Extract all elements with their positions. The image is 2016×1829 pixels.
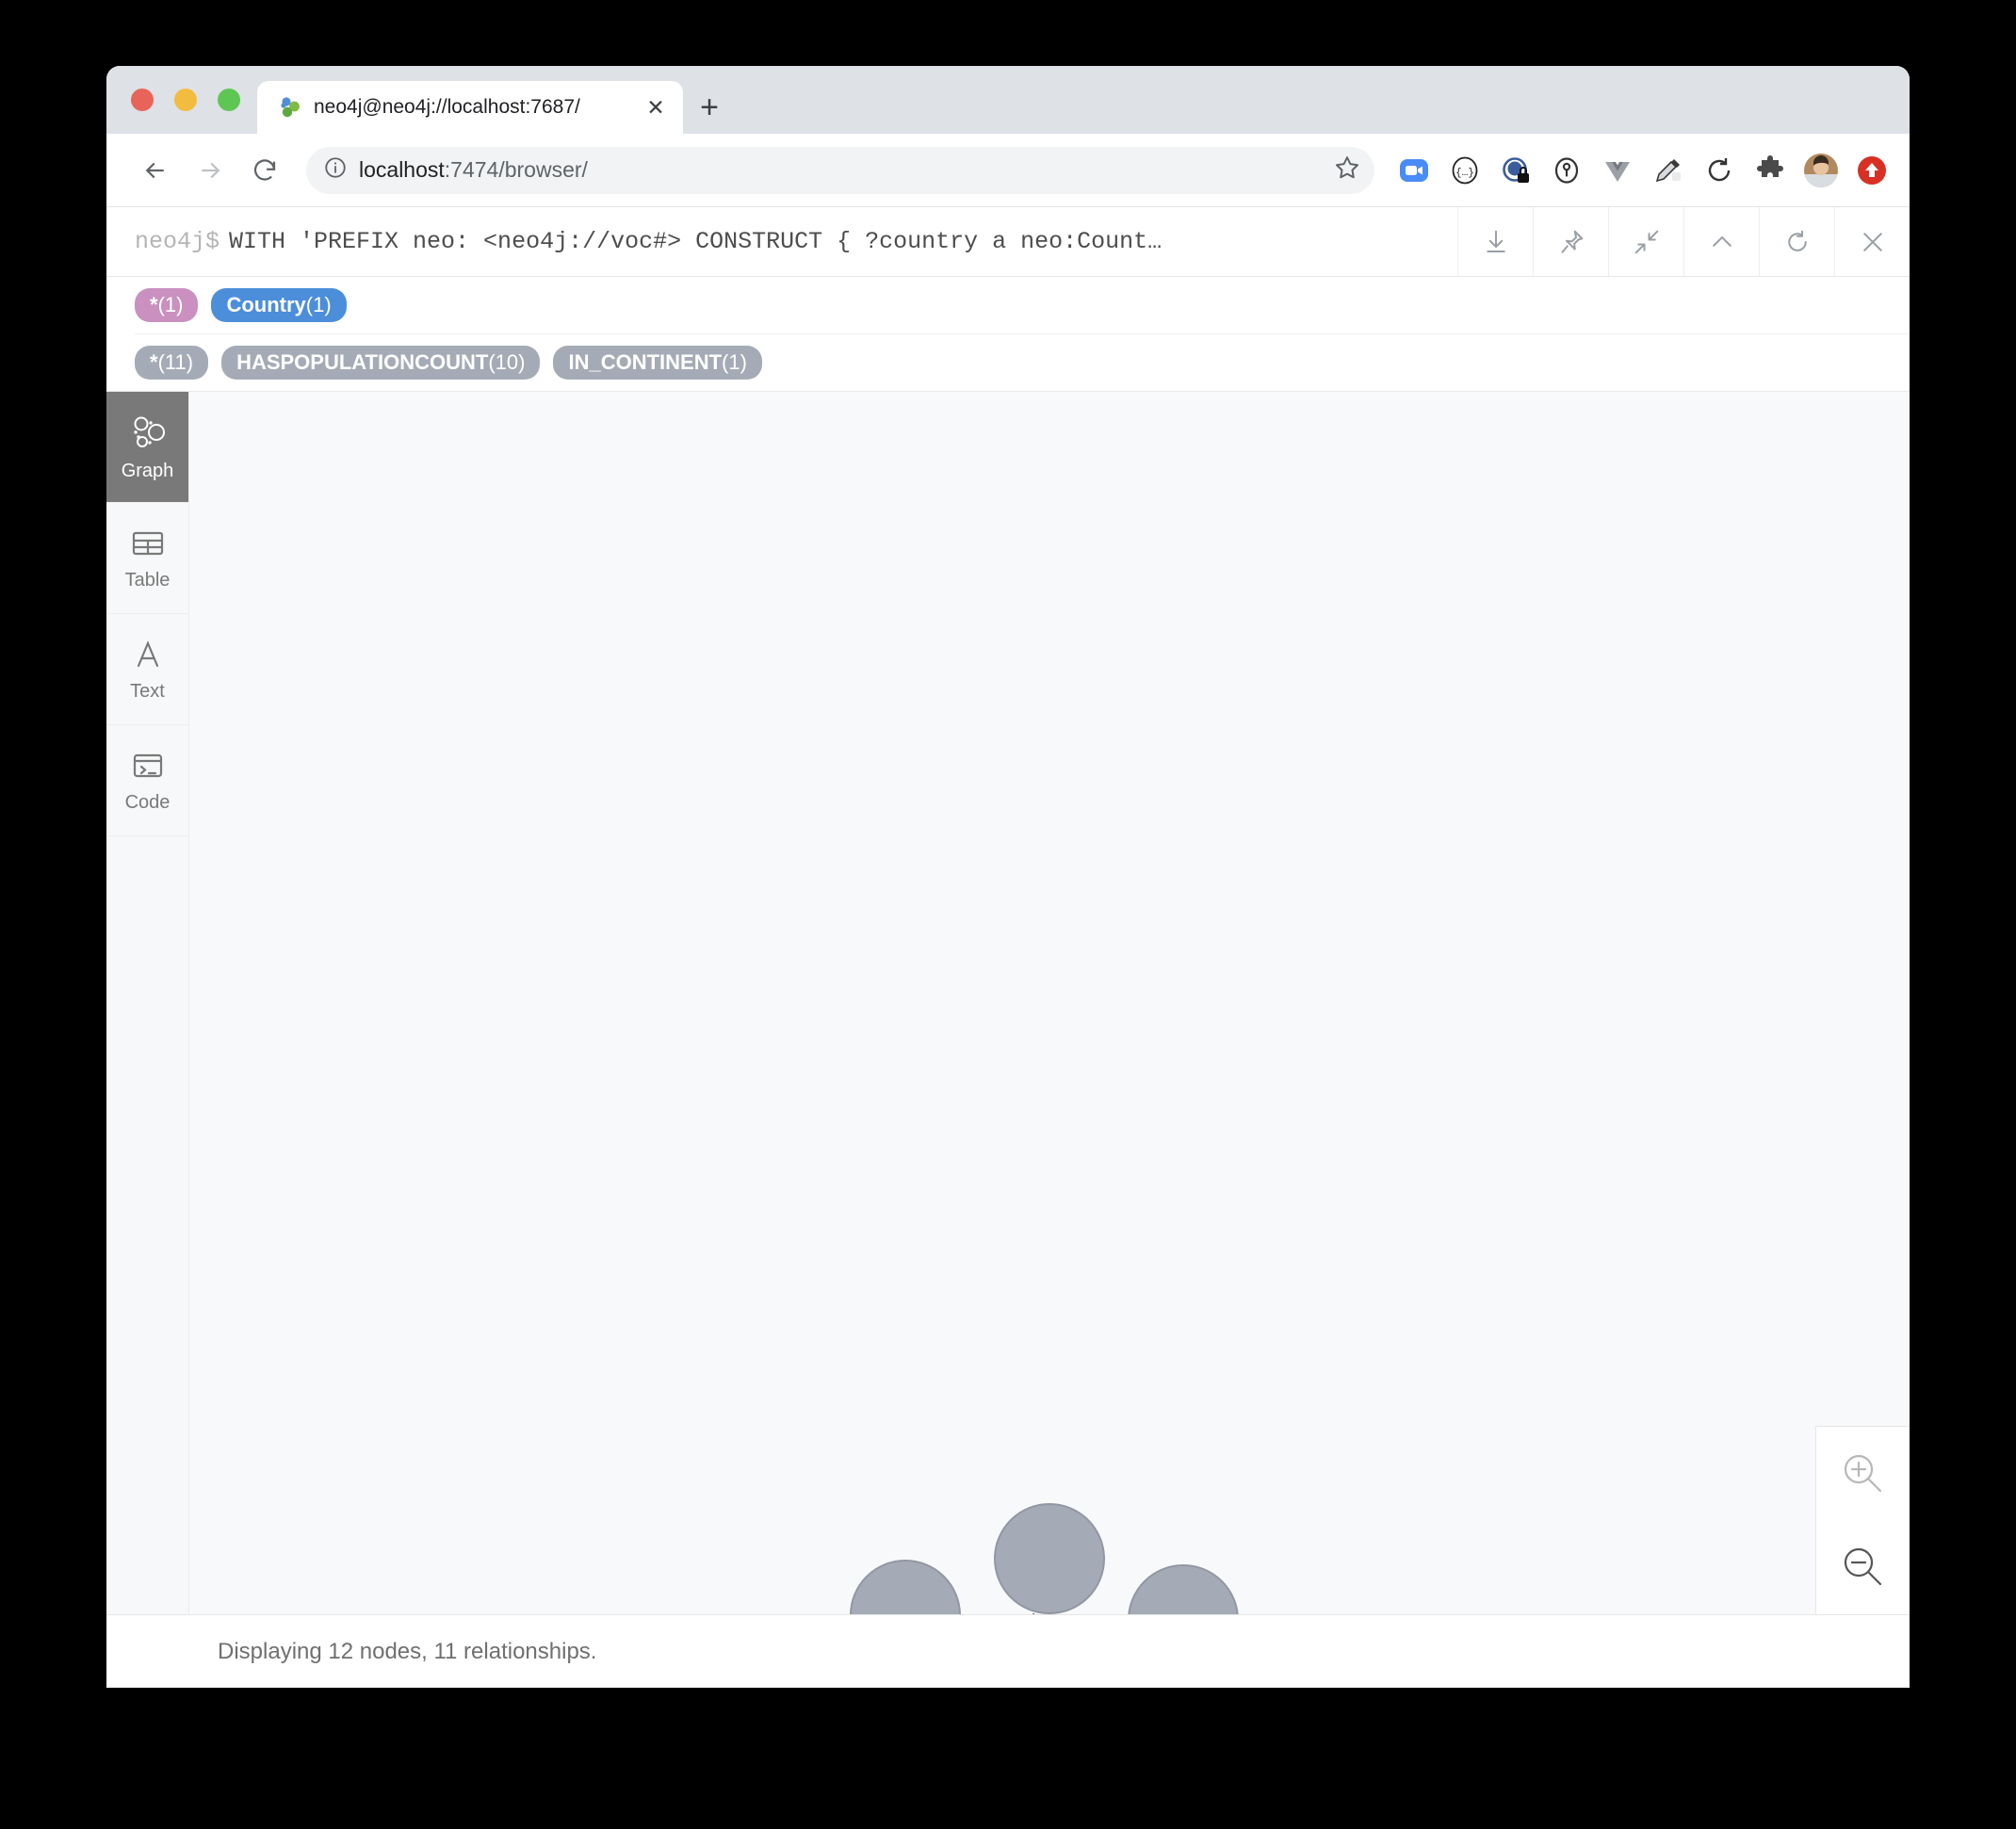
graph-node[interactable] — [994, 1503, 1105, 1614]
graph-svg[interactable]: HASPOPULATI…HASPOPULATI…HASPOPULAT…HASPO… — [189, 392, 1910, 1614]
tab-title: neo4j@neo4j://localhost:7687/ — [314, 96, 580, 118]
sidebar-item-label: Code — [124, 792, 171, 813]
vue-devtools-extension-icon[interactable] — [1595, 148, 1640, 193]
status-bar: Displaying 12 nodes, 11 relationships. — [106, 1614, 1910, 1688]
node-label-pill-country[interactable]: Country(1) — [211, 288, 347, 322]
rel-type-pill-in-continent[interactable]: IN_CONTINENT(1) — [553, 346, 762, 380]
refresh-extension-icon[interactable] — [1697, 148, 1742, 193]
address-bar[interactable]: localhost:7474/browser/ — [306, 146, 1374, 194]
close-window-button[interactable] — [131, 89, 154, 111]
tab-close-icon[interactable]: ✕ — [643, 95, 668, 121]
reload-button[interactable] — [240, 146, 289, 195]
query-text: WITH 'PREFIX neo: <neo4j://voc#> CONSTRU… — [229, 228, 1162, 255]
extension-icons: {…} — [1391, 148, 1894, 193]
bitwarden-extension-icon[interactable] — [1544, 148, 1589, 193]
rel-type-pill-all[interactable]: *(11) — [135, 346, 209, 380]
graph-node[interactable] — [850, 1560, 961, 1614]
tab-strip: neo4j@neo4j://localhost:7687/ ✕ + — [257, 66, 736, 134]
sidebar-item-code[interactable]: Code — [106, 725, 188, 836]
forward-button[interactable] — [186, 146, 235, 195]
zoom-extension-icon[interactable] — [1391, 148, 1437, 193]
node-label-row: *(1) Country(1) — [135, 277, 1910, 333]
rerun-button[interactable] — [1759, 207, 1834, 276]
sidebar-item-table[interactable]: Table — [106, 503, 188, 614]
browser-toolbar: localhost:7474/browser/ {…} — [106, 134, 1910, 207]
browser-window: neo4j@neo4j://localhost:7687/ ✕ + localh… — [106, 66, 1910, 1688]
sidebar-item-text[interactable]: Text — [106, 614, 188, 725]
close-button[interactable] — [1834, 207, 1910, 276]
url-host: localhost — [359, 157, 445, 182]
sidebar-item-label: Graph — [121, 461, 174, 481]
zoom-out-icon[interactable] — [1830, 1534, 1896, 1600]
profile-avatar[interactable] — [1798, 148, 1844, 193]
window-traffic-lights — [131, 89, 240, 111]
minimize-window-button[interactable] — [174, 89, 197, 111]
url-text: localhost:7474/browser/ — [359, 157, 1322, 183]
neo4j-favicon — [278, 95, 302, 120]
onepassword-extension-icon[interactable] — [1493, 148, 1538, 193]
graph-nodes[interactable] — [733, 1503, 1516, 1614]
extensions-puzzle-icon[interactable] — [1748, 148, 1793, 193]
graph-canvas[interactable]: HASPOPULATI…HASPOPULATI…HASPOPULAT…HASPO… — [189, 392, 1910, 1614]
neo4j-query-bar: neo4j$ WITH 'PREFIX neo: <neo4j://voc#> … — [106, 207, 1910, 277]
svg-text:{…}: {…} — [1455, 168, 1474, 179]
query-text-row[interactable]: neo4j$ WITH 'PREFIX neo: <neo4j://voc#> … — [106, 207, 1457, 276]
contract-button[interactable] — [1608, 207, 1683, 276]
graph-node[interactable] — [1128, 1564, 1239, 1614]
browser-titlebar: neo4j@neo4j://localhost:7687/ ✕ + — [106, 66, 1910, 134]
collapse-button[interactable] — [1683, 207, 1759, 276]
relationship-type-row: *(11) HASPOPULATIONCOUNT(10) IN_CONTINEN… — [135, 333, 1910, 391]
url-path: :7474/browser/ — [444, 157, 588, 182]
back-button[interactable] — [131, 146, 180, 195]
query-actions — [1457, 207, 1910, 276]
zoom-in-icon[interactable] — [1830, 1441, 1896, 1507]
result-body: Graph Table Text Code — [106, 392, 1910, 1614]
legend-panel: *(1) Country(1) *(11) HASPOPULATIONCOUNT… — [106, 277, 1910, 392]
status-text: Displaying 12 nodes, 11 relationships. — [218, 1638, 597, 1664]
rel-type-pill-haspopulationcount[interactable]: HASPOPULATIONCOUNT(10) — [221, 346, 541, 380]
browser-tab[interactable]: neo4j@neo4j://localhost:7687/ ✕ — [257, 81, 683, 134]
json-viewer-extension-icon[interactable]: {…} — [1442, 148, 1488, 193]
query-prompt: neo4j$ — [135, 228, 220, 255]
sidebar-item-label: Table — [124, 570, 171, 591]
view-sidebar: Graph Table Text Code — [106, 392, 189, 1614]
sidebar-item-graph[interactable]: Graph — [106, 392, 188, 503]
sidebar-item-label: Text — [130, 681, 165, 702]
colorpicker-extension-icon[interactable] — [1646, 148, 1691, 193]
maximize-window-button[interactable] — [218, 89, 240, 111]
node-label-pill-all[interactable]: *(1) — [135, 288, 199, 322]
new-tab-button[interactable]: + — [683, 81, 736, 134]
graph-zoom-controls — [1815, 1426, 1910, 1614]
site-info-icon[interactable] — [323, 155, 348, 185]
update-chrome-icon[interactable] — [1849, 148, 1894, 193]
pin-button[interactable] — [1533, 207, 1608, 276]
star-icon[interactable] — [1333, 154, 1361, 186]
download-button[interactable] — [1457, 207, 1533, 276]
